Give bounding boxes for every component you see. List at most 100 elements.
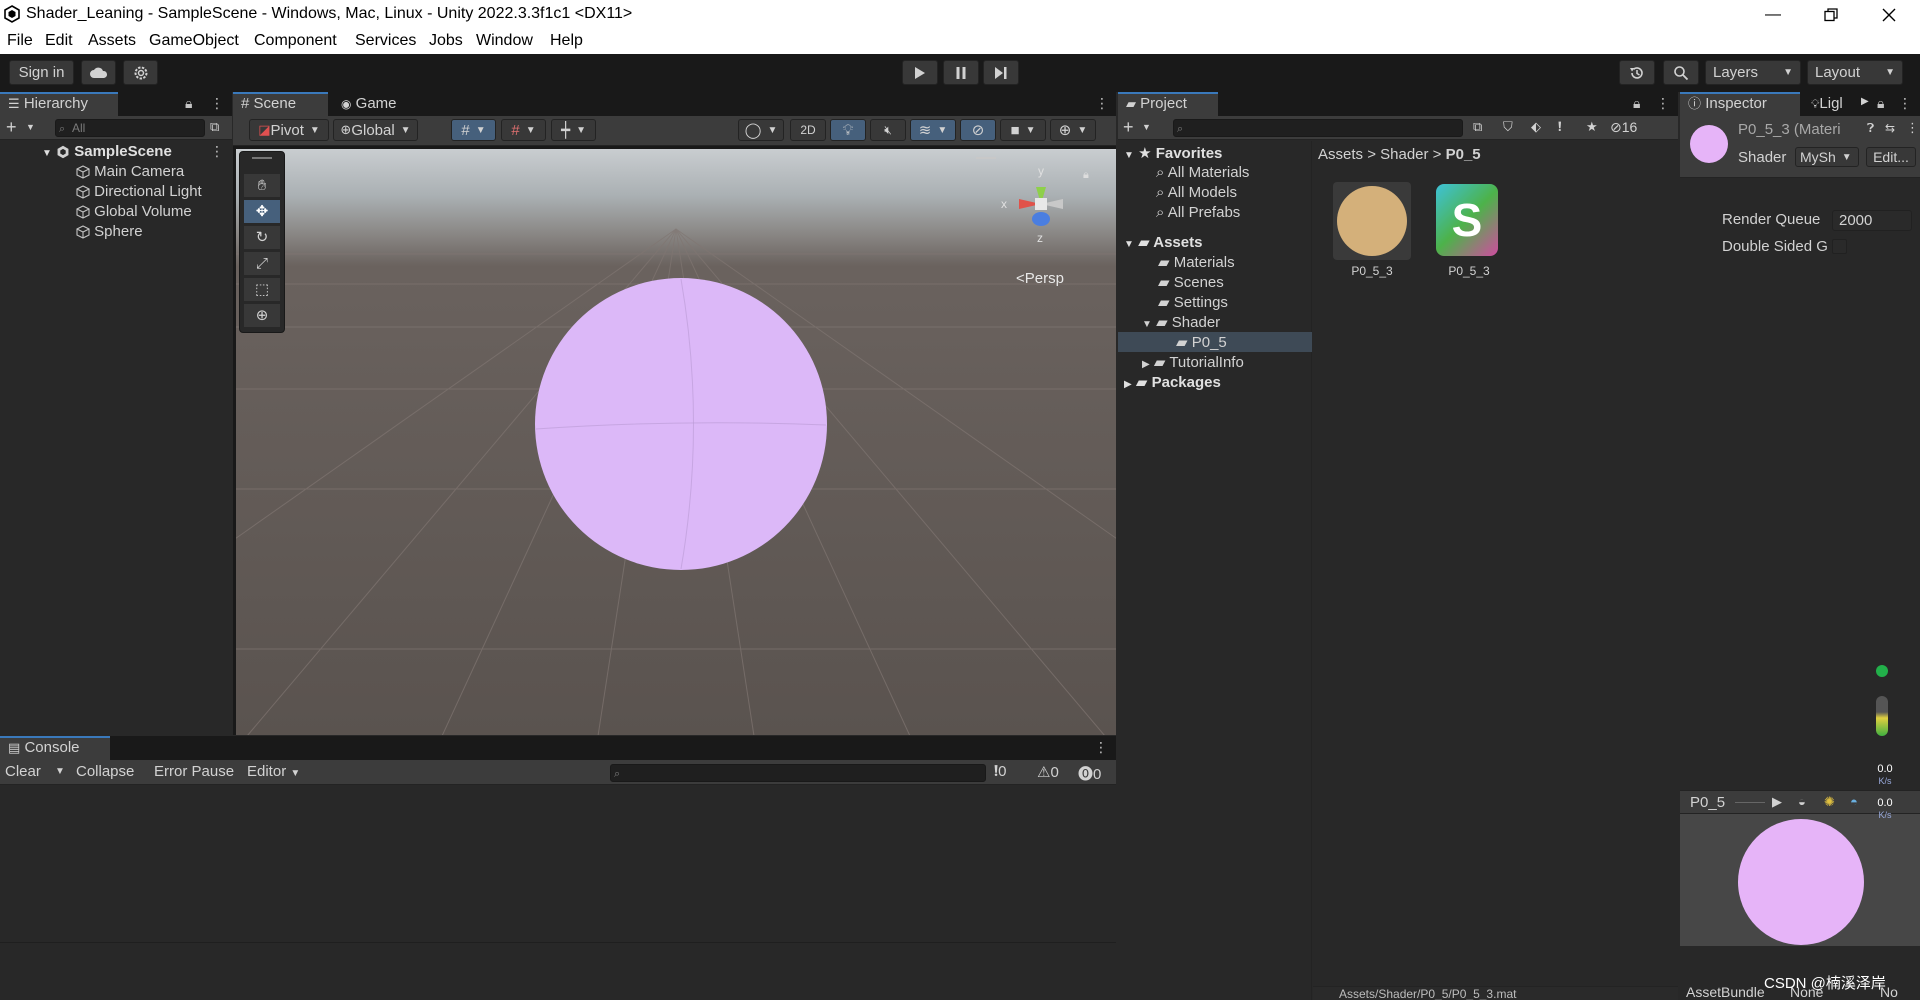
chevron-down-icon[interactable]: ▼ <box>1142 122 1151 132</box>
tab-project[interactable]: ▰ Project <box>1118 92 1218 116</box>
add-icon[interactable]: + <box>1123 117 1134 138</box>
gizmo-lock-icon[interactable]: 🔒︎ <box>1083 169 1089 182</box>
drag-handle[interactable] <box>252 157 272 159</box>
hierarchy-search-input[interactable]: ⌕ All <box>55 119 205 137</box>
hand-tool-button[interactable]: ✋︎ <box>244 174 280 197</box>
warning-count-toggle[interactable]: ⚠︎0 <box>1037 763 1059 781</box>
grid-visibility-toggle[interactable]: # ▼ <box>501 119 546 141</box>
clear-options-dropdown[interactable]: ▼ <box>55 766 65 777</box>
packages-row[interactable]: ▶ ▰ Packages <box>1124 373 1221 391</box>
move-tool-button[interactable]: ✥ <box>244 200 280 223</box>
search-scope-icon[interactable]: ⧉ <box>1473 119 1482 135</box>
hierarchy-item-directional-light[interactable]: Directional Light <box>76 183 202 200</box>
component-kebab-icon[interactable]: ⋮ <box>1906 120 1919 136</box>
tab-hierarchy[interactable]: ☰ Hierarchy <box>0 92 118 116</box>
scene-viewport[interactable]: ✋︎ ✥ ↻ ⤢ ⬚ ⊕ y x z 🔒︎ <Persp <box>236 149 1116 735</box>
persp-label[interactable]: <Persp <box>1016 270 1064 287</box>
layers-dropdown[interactable]: Layers ▼ <box>1705 60 1801 85</box>
camera-settings-dropdown[interactable]: ■ ▼ <box>1000 119 1046 141</box>
increment-snap-toggle[interactable]: ┿ ▼ <box>551 119 596 141</box>
2d-mode-toggle[interactable]: 2D <box>790 119 826 141</box>
hierarchy-item-main-camera[interactable]: Main Camera <box>76 163 184 180</box>
filter-type-icon[interactable]: ⛉ <box>1503 119 1513 135</box>
file-item-material[interactable]: P0_5_3 <box>1333 182 1413 282</box>
menu-window[interactable]: Window <box>476 32 533 50</box>
folder-shader[interactable]: ▼ ▰ Shader <box>1142 313 1220 331</box>
search-button[interactable] <box>1663 60 1699 85</box>
menu-file[interactable]: File <box>7 32 33 50</box>
minimize-button[interactable]: — <box>1750 0 1796 29</box>
rotate-tool-button[interactable]: ↻ <box>244 226 280 249</box>
play-button[interactable] <box>902 60 938 85</box>
draw-mode-dropdown[interactable]: ◯ ▼ <box>738 119 784 141</box>
hidden-packages-toggle[interactable]: ⊘16 <box>1610 119 1637 136</box>
breadcrumb-assets[interactable]: Assets <box>1318 146 1363 163</box>
lighting-toggle[interactable]: 💡︎ <box>830 119 866 141</box>
rect-tool-button[interactable]: ⬚ <box>244 278 280 301</box>
scene-visibility-toggle[interactable]: ⊘ <box>960 119 996 141</box>
preview-mesh-sphere-icon[interactable]: ◒ <box>1798 794 1806 809</box>
hierarchy-scene-row[interactable]: ▼ SampleScene <box>42 143 172 160</box>
error-count-toggle[interactable]: ⓿0 <box>1078 763 1101 784</box>
more-tabs-arrow-icon[interactable]: ▶ <box>1861 96 1869 107</box>
collab-settings-button[interactable] <box>123 60 158 85</box>
favorite-star-icon[interactable]: ★ <box>1586 119 1598 135</box>
menu-services[interactable]: Services <box>355 32 416 50</box>
pivot-dropdown[interactable]: ◪ Pivot ▼ <box>249 119 329 141</box>
tab-scene[interactable]: # Scene <box>233 92 328 116</box>
hierarchy-item-global-volume[interactable]: Global Volume <box>76 203 192 220</box>
effects-dropdown[interactable]: ≋ ▼ <box>910 119 956 141</box>
play-icon[interactable]: ▶ <box>1772 794 1782 810</box>
orientation-gizmo[interactable]: y x z <box>991 157 1091 261</box>
log-filter-icon[interactable]: ❗︎ <box>1558 119 1562 135</box>
favorites-row[interactable]: ▼ ★ Favorites <box>1124 144 1222 162</box>
kebab-menu-icon[interactable]: ⋮ <box>1656 95 1670 112</box>
menu-edit[interactable]: Edit <box>45 32 73 50</box>
gizmos-dropdown[interactable]: ⊕ ▼ <box>1050 119 1096 141</box>
scene-kebab-icon[interactable]: ⋮ <box>210 143 224 160</box>
assets-row[interactable]: ▼ ▰ Assets <box>1124 233 1202 251</box>
console-search-input[interactable]: ⌕ <box>610 764 986 782</box>
material-preview-area[interactable] <box>1680 814 1920 946</box>
cloud-button[interactable] <box>81 60 116 85</box>
scale-tool-button[interactable]: ⤢ <box>244 252 280 275</box>
menu-component[interactable]: Component <box>254 32 337 50</box>
folder-settings[interactable]: ▰ Settings <box>1158 293 1228 311</box>
chevron-down-icon[interactable]: ▼ <box>26 122 35 132</box>
menu-assets[interactable]: Assets <box>88 32 136 50</box>
fav-all-models[interactable]: ⌕ All Models <box>1156 184 1237 201</box>
help-icon[interactable]: ❓︎ <box>1867 121 1874 136</box>
search-scope-icon[interactable]: ⧉ <box>210 119 219 135</box>
fav-all-materials[interactable]: ⌕ All Materials <box>1156 164 1249 181</box>
edit-shader-button[interactable]: Edit... <box>1866 147 1916 167</box>
double-sided-gi-checkbox[interactable] <box>1832 239 1847 254</box>
maximize-button[interactable] <box>1808 0 1854 29</box>
hierarchy-item-sphere[interactable]: Sphere <box>76 223 143 240</box>
error-pause-toggle[interactable]: Error Pause <box>154 763 234 780</box>
shader-dropdown[interactable]: MySh ▼ <box>1795 147 1859 167</box>
audio-toggle[interactable]: 🔇︎ <box>870 119 906 141</box>
file-item-shader[interactable]: S P0_5_3 <box>1430 182 1510 282</box>
folder-tutorialinfo[interactable]: ▶ ▰ TutorialInfo <box>1142 353 1244 371</box>
fav-all-prefabs[interactable]: ⌕ All Prefabs <box>1156 204 1240 221</box>
kebab-menu-icon[interactable]: ⋮ <box>1094 739 1108 756</box>
layout-dropdown[interactable]: Layout ▼ <box>1807 60 1903 85</box>
kebab-menu-icon[interactable]: ⋮ <box>210 95 224 112</box>
close-button[interactable] <box>1866 0 1912 29</box>
folder-scenes[interactable]: ▰ Scenes <box>1158 273 1224 291</box>
tag-icon[interactable]: ⬖ <box>1531 119 1541 135</box>
menu-jobs[interactable]: Jobs <box>429 32 463 50</box>
tab-game[interactable]: ◉ Game <box>333 92 405 116</box>
kebab-menu-icon[interactable]: ⋮ <box>1898 95 1912 112</box>
menu-gameobject[interactable]: GameObject <box>149 32 239 50</box>
editor-dropdown[interactable]: Editor ▼ <box>247 763 300 780</box>
lock-icon[interactable]: 🔒︎ <box>1877 95 1884 112</box>
project-search-input[interactable]: ⌕ <box>1173 119 1463 137</box>
transform-tool-button[interactable]: ⊕ <box>244 304 280 327</box>
collapse-toggle[interactable]: Collapse <box>76 763 134 780</box>
render-queue-input[interactable]: 2000 <box>1832 210 1912 231</box>
tab-console[interactable]: ▤ Console <box>0 736 110 760</box>
lock-icon[interactable]: 🔒︎ <box>185 95 192 112</box>
pause-button[interactable] <box>943 60 979 85</box>
undo-history-button[interactable] <box>1619 60 1655 85</box>
